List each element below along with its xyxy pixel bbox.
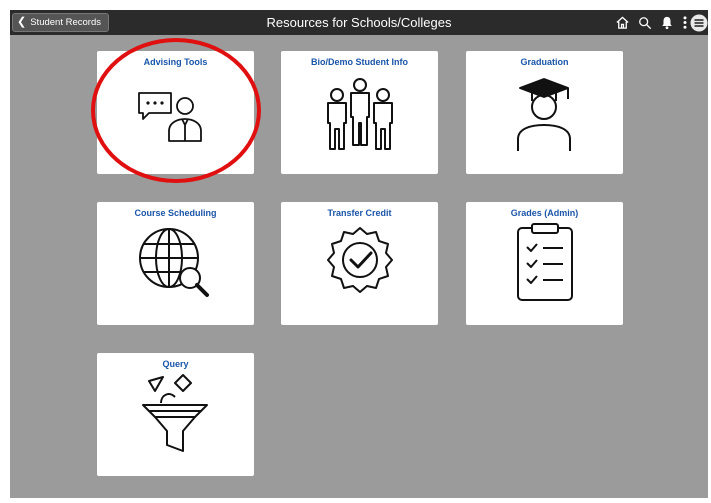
tile-course-scheduling[interactable]: Course Scheduling bbox=[97, 202, 254, 325]
home-icon[interactable] bbox=[613, 13, 632, 32]
tile-grades-admin[interactable]: Grades (Admin) bbox=[466, 202, 623, 325]
back-button-label: Student Records bbox=[30, 17, 101, 28]
nav-bar-icon[interactable] bbox=[689, 13, 708, 32]
bell-icon[interactable] bbox=[657, 13, 676, 32]
tile-label: Bio/Demo Student Info bbox=[311, 57, 408, 67]
page-title: Resources for Schools/Colleges bbox=[266, 15, 452, 30]
tile-transfer-credit[interactable]: Transfer Credit bbox=[281, 202, 438, 325]
app-frame: ❮ Student Records Resources for Schools/… bbox=[10, 10, 708, 498]
tile-label: Graduation bbox=[520, 57, 569, 67]
tile-label: Transfer Credit bbox=[327, 208, 392, 218]
back-button[interactable]: ❮ Student Records bbox=[12, 13, 109, 32]
clipboard-checklist-icon bbox=[517, 223, 573, 301]
tile-graduation[interactable]: Graduation bbox=[466, 51, 623, 174]
tile-label: Query bbox=[162, 359, 189, 369]
graduate-cap-person-icon bbox=[517, 78, 571, 151]
tile-advising-tools[interactable]: Advising Tools bbox=[97, 51, 254, 174]
tile-bio-demo-student-info[interactable]: Bio/Demo Student Info bbox=[281, 51, 438, 174]
chevron-left-icon: ❮ bbox=[17, 16, 27, 28]
tile-query[interactable]: Query bbox=[97, 353, 254, 476]
advising-chat-person-icon bbox=[138, 92, 202, 142]
globe-search-icon bbox=[139, 228, 209, 297]
search-icon[interactable] bbox=[635, 13, 654, 32]
filter-funnel-icon bbox=[142, 374, 208, 452]
tile-label: Course Scheduling bbox=[134, 208, 217, 218]
people-group-icon bbox=[327, 78, 393, 150]
tile-label: Grades (Admin) bbox=[510, 208, 579, 218]
top-nav-bar: ❮ Student Records Resources for Schools/… bbox=[10, 10, 708, 35]
badge-check-icon bbox=[327, 227, 393, 293]
tile-label: Advising Tools bbox=[143, 57, 208, 67]
